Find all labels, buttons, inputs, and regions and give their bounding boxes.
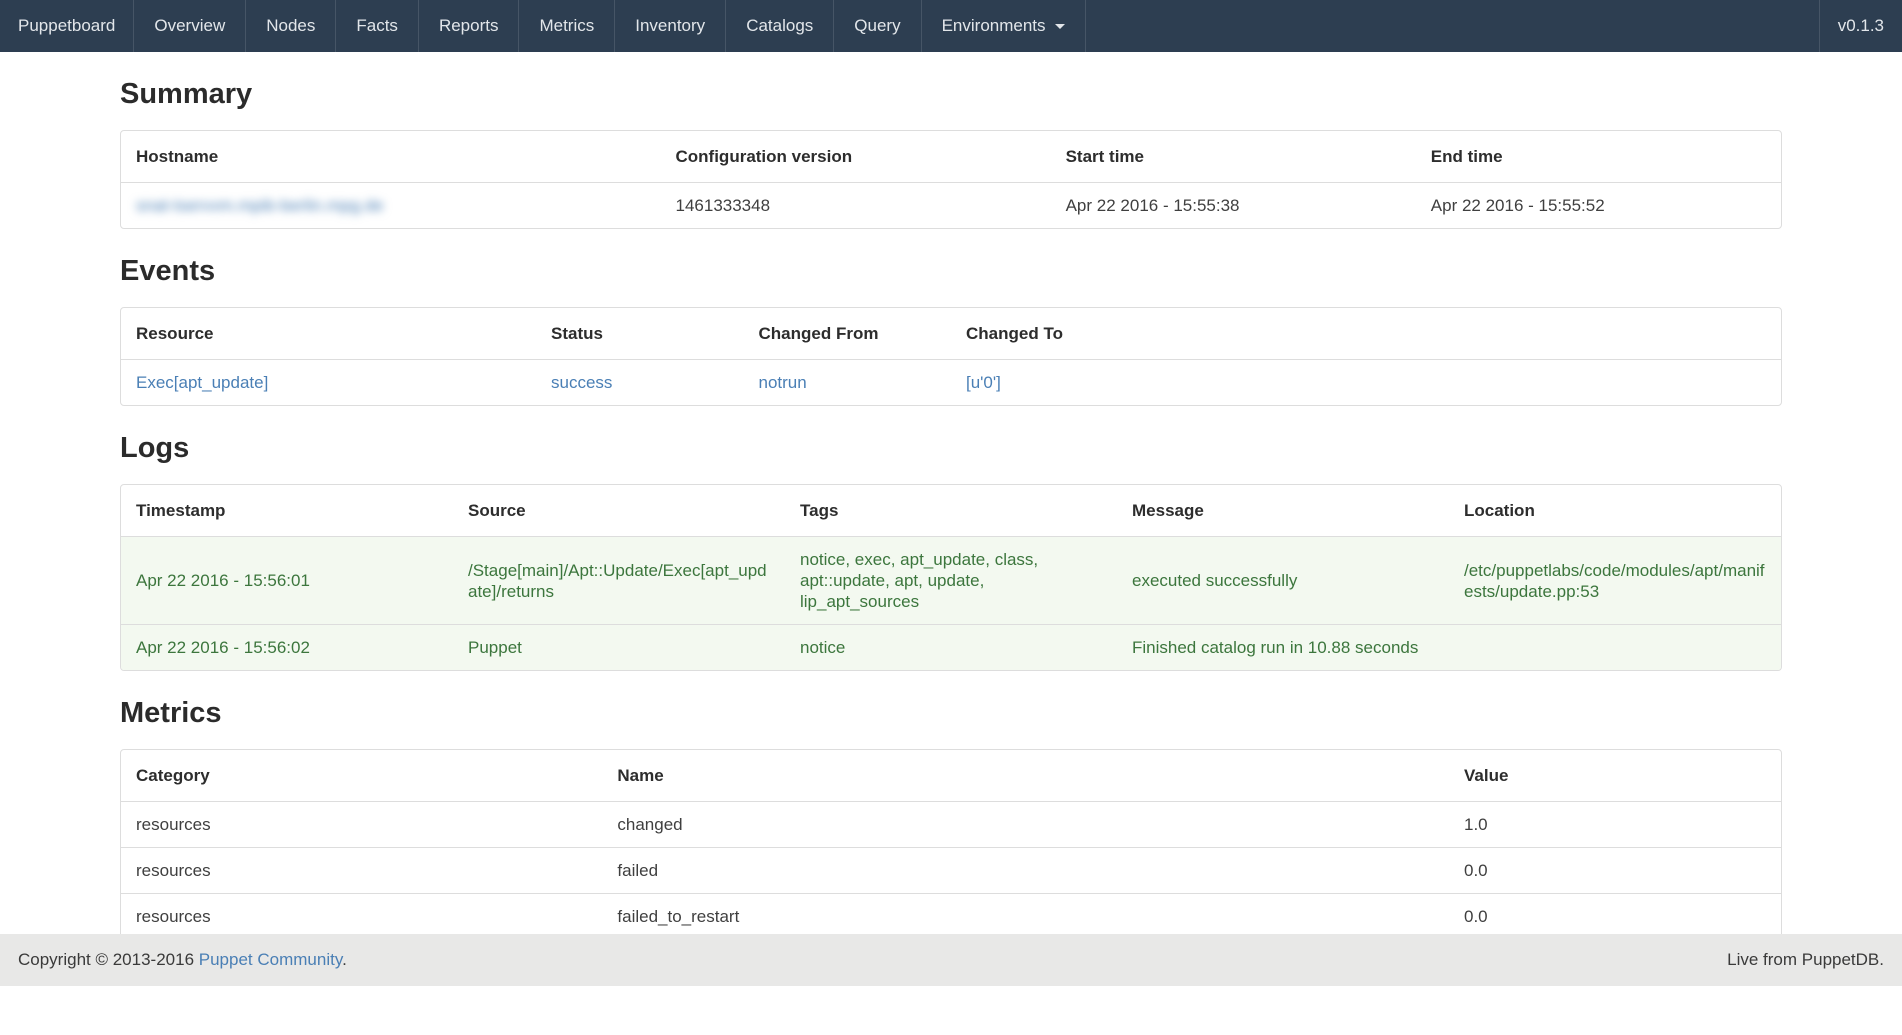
column-header-hostname: Hostname: [121, 131, 661, 183]
table-cell: failed_to_restart: [602, 894, 1449, 940]
table-cell: 0.0: [1449, 848, 1781, 894]
table-cell: [u'0']: [951, 360, 1781, 406]
logs-heading: Logs: [120, 430, 1782, 466]
column-header-timestamp: Timestamp: [121, 485, 453, 537]
version-label: v0.1.3: [1838, 16, 1884, 36]
table-row: Exec[apt_update] success notrun [u'0']: [121, 360, 1781, 406]
table-cell: notice: [785, 625, 1117, 671]
copyright: Copyright © 2013-2016 Puppet Community.: [18, 950, 347, 970]
puppet-community-link[interactable]: Puppet Community: [199, 950, 342, 969]
cell-link[interactable]: notrun: [759, 373, 807, 392]
metrics-heading: Metrics: [120, 695, 1782, 731]
table-cell: resources: [121, 848, 602, 894]
column-header-changed-to: Changed To: [951, 308, 1781, 360]
table-row: Apr 22 2016 - 15:56:01/Stage[main]/Apt::…: [121, 537, 1781, 625]
nav-item-inventory[interactable]: Inventory: [615, 0, 725, 52]
summary-heading: Summary: [120, 76, 1782, 112]
nav-item-reports[interactable]: Reports: [419, 0, 519, 52]
column-header-status: Status: [536, 308, 744, 360]
column-header-resource: Resource: [121, 308, 536, 360]
column-header-message: Message: [1117, 485, 1449, 537]
brand-link-puppetboard[interactable]: Puppetboard: [0, 0, 134, 52]
nav-item-catalogs[interactable]: Catalogs: [726, 0, 833, 52]
column-header-end-time: End time: [1416, 131, 1781, 183]
cell-link[interactable]: [u'0']: [966, 373, 1001, 392]
nav-item-overview[interactable]: Overview: [134, 0, 245, 52]
table-cell: failed: [602, 848, 1449, 894]
table-cell: Finished catalog run in 10.88 seconds: [1117, 625, 1449, 671]
table-cell: [1449, 625, 1781, 671]
table-cell: Exec[apt_update]: [121, 360, 536, 406]
table-cell: /etc/puppetlabs/code/modules/apt/manifes…: [1449, 537, 1781, 625]
nav-menu: OverviewNodesFactsReportsMetricsInventor…: [134, 0, 1085, 52]
nav-item-query[interactable]: Query: [834, 0, 920, 52]
table-cell: changed: [602, 802, 1449, 848]
summary-table: HostnameConfiguration versionStart timeE…: [120, 130, 1782, 229]
column-header-value: Value: [1449, 750, 1781, 802]
events-heading: Events: [120, 253, 1782, 289]
table-cell: Apr 22 2016 - 15:55:52: [1416, 183, 1781, 229]
nav-dropdown-environments[interactable]: Environments: [922, 0, 1085, 52]
summary-section: Summary HostnameConfiguration versionSta…: [120, 76, 1782, 229]
table-row: resourcesfailed_to_restart0.0: [121, 894, 1781, 940]
cell-link[interactable]: Exec[apt_update]: [136, 373, 268, 392]
cell-link[interactable]: success: [551, 373, 612, 392]
logs-section: Logs TimestampSourceTagsMessageLocationA…: [120, 430, 1782, 671]
nav-item-facts[interactable]: Facts: [336, 0, 418, 52]
metrics-table: CategoryNameValueresourceschanged1.0reso…: [120, 749, 1782, 965]
report-page: Summary HostnameConfiguration versionSta…: [120, 76, 1782, 1035]
table-cell: Apr 22 2016 - 15:56:01: [121, 537, 453, 625]
copyright-period: .: [342, 950, 347, 969]
navbar: Puppetboard OverviewNodesFactsReportsMet…: [0, 0, 1902, 52]
table-row: resourceschanged1.0: [121, 802, 1781, 848]
column-header-changed-from: Changed From: [744, 308, 952, 360]
logs-table: TimestampSourceTagsMessageLocationApr 22…: [120, 484, 1782, 671]
column-header-configuration-version: Configuration version: [661, 131, 1051, 183]
column-header-location: Location: [1449, 485, 1781, 537]
table-cell: 0.0: [1449, 894, 1781, 940]
column-header-category: Category: [121, 750, 602, 802]
copyright-text: Copyright © 2013-2016: [18, 950, 194, 969]
metrics-section: Metrics CategoryNameValueresourceschange…: [120, 695, 1782, 965]
column-header-source: Source: [453, 485, 785, 537]
column-header-name: Name: [602, 750, 1449, 802]
table-cell: 1461333348: [661, 183, 1051, 229]
puppetdb-status: Live from PuppetDB.: [1727, 950, 1884, 970]
table-cell: /Stage[main]/Apt::Update/Exec[apt_update…: [453, 537, 785, 625]
table-cell: Apr 22 2016 - 15:55:38: [1051, 183, 1416, 229]
table-cell: success: [536, 360, 744, 406]
nav-item-metrics[interactable]: Metrics: [519, 0, 614, 52]
table-header-row: TimestampSourceTagsMessageLocation: [121, 485, 1781, 537]
table-cell: snat-tservvm.mpib-berlin.mpg.de: [121, 183, 661, 229]
footer: Copyright © 2013-2016 Puppet Community. …: [0, 934, 1902, 986]
chevron-down-icon: [1055, 24, 1065, 29]
table-cell: Puppet: [453, 625, 785, 671]
table-cell: notice, exec, apt_update, class, apt::up…: [785, 537, 1117, 625]
nav-item-nodes[interactable]: Nodes: [246, 0, 335, 52]
table-header-row: ResourceStatusChanged FromChanged To: [121, 308, 1781, 360]
column-header-start-time: Start time: [1051, 131, 1416, 183]
table-row: snat-tservvm.mpib-berlin.mpg.de 146133334…: [121, 183, 1781, 229]
events-table: ResourceStatusChanged FromChanged ToExec…: [120, 307, 1782, 406]
table-row: Apr 22 2016 - 15:56:02PuppetnoticeFinish…: [121, 625, 1781, 671]
table-header-row: HostnameConfiguration versionStart timeE…: [121, 131, 1781, 183]
table-cell: resources: [121, 802, 602, 848]
table-row: resourcesfailed0.0: [121, 848, 1781, 894]
events-section: Events ResourceStatusChanged FromChanged…: [120, 253, 1782, 406]
table-cell: notrun: [744, 360, 952, 406]
column-header-tags: Tags: [785, 485, 1117, 537]
table-cell: resources: [121, 894, 602, 940]
table-cell: executed successfully: [1117, 537, 1449, 625]
navbar-right: v0.1.3: [1819, 0, 1902, 52]
redacted-link[interactable]: snat-tservvm.mpib-berlin.mpg.de: [136, 196, 384, 215]
table-header-row: CategoryNameValue: [121, 750, 1781, 802]
table-cell: 1.0: [1449, 802, 1781, 848]
table-cell: Apr 22 2016 - 15:56:02: [121, 625, 453, 671]
